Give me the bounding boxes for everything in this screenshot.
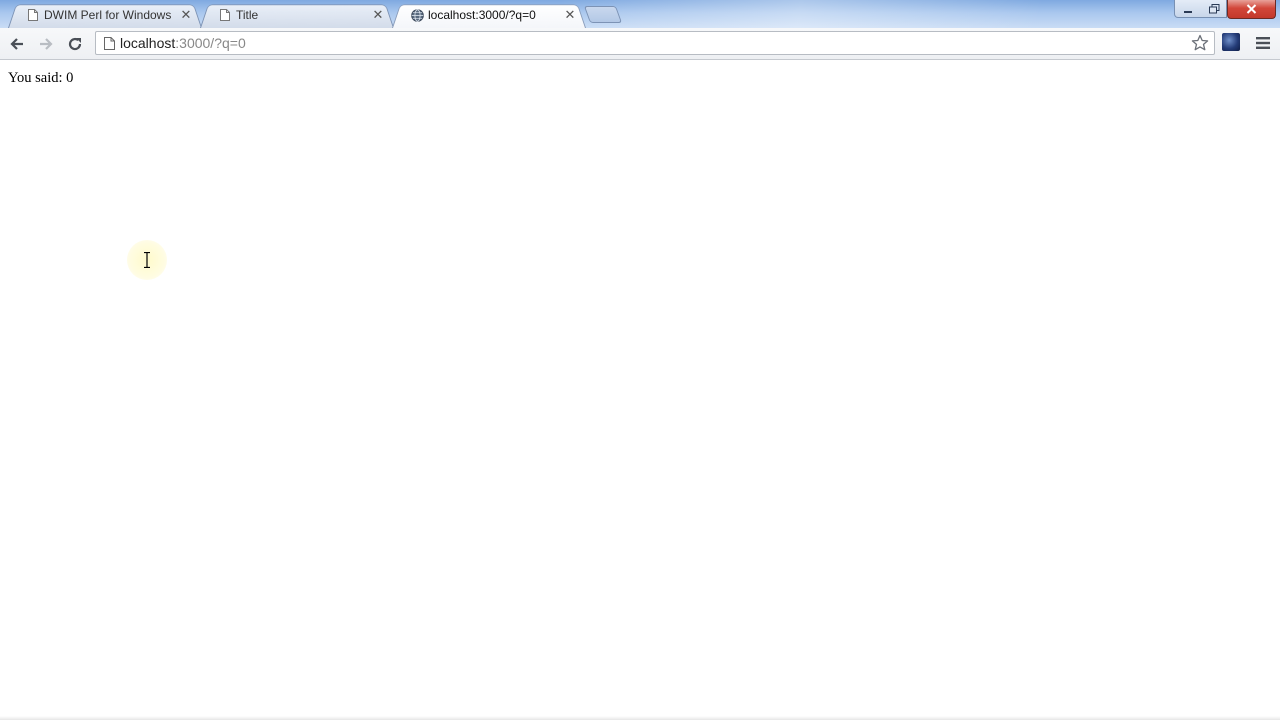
address-bar[interactable]: localhost:3000/?q=0 <box>95 31 1215 55</box>
tab-title-page[interactable]: Title ✕ <box>200 2 394 28</box>
url-host: localhost <box>120 35 176 51</box>
tab-title: DWIM Perl for Windows <box>44 8 172 22</box>
page-icon <box>102 35 116 51</box>
text-cursor-icon <box>144 252 150 268</box>
browser-toolbar: localhost:3000/?q=0 <box>0 28 1280 60</box>
globe-icon <box>410 8 424 22</box>
window-bottom-edge <box>0 716 1280 720</box>
tab-dwim-perl[interactable]: DWIM Perl for Windows ✕ <box>8 2 202 28</box>
page-icon <box>218 8 232 22</box>
hamburger-menu-icon[interactable] <box>1252 33 1274 53</box>
close-tab-icon[interactable]: ✕ <box>562 7 578 23</box>
tab-title: Title <box>236 8 259 22</box>
back-button[interactable] <box>5 32 29 56</box>
page-content: You said: 0 <box>0 60 1280 720</box>
reload-button[interactable] <box>63 32 87 56</box>
page-icon <box>26 8 40 22</box>
restore-window-button[interactable] <box>1201 0 1227 18</box>
tab-title: localhost:3000/?q=0 <box>428 8 536 22</box>
tab-localhost[interactable]: localhost:3000/?q=0 ✕ <box>392 2 586 28</box>
close-tab-icon[interactable]: ✕ <box>178 7 194 23</box>
url-path: :3000/?q=0 <box>175 35 246 51</box>
response-text: You said: 0 <box>8 70 74 86</box>
back-arrow-icon <box>10 38 23 50</box>
close-tab-icon[interactable]: ✕ <box>370 7 386 23</box>
reload-icon <box>68 37 82 51</box>
extension-icon[interactable] <box>1222 33 1240 51</box>
new-tab-button[interactable] <box>583 6 623 23</box>
address-text[interactable]: localhost:3000/?q=0 <box>120 35 1188 51</box>
bookmark-star-icon[interactable] <box>1188 32 1212 54</box>
minimize-window-button[interactable] <box>1174 0 1201 18</box>
tab-strip: DWIM Perl for Windows ✕ Title ✕ localhos… <box>0 0 1280 28</box>
forward-arrow-icon <box>40 38 53 50</box>
forward-button[interactable] <box>34 32 58 56</box>
close-window-button[interactable] <box>1227 0 1276 19</box>
